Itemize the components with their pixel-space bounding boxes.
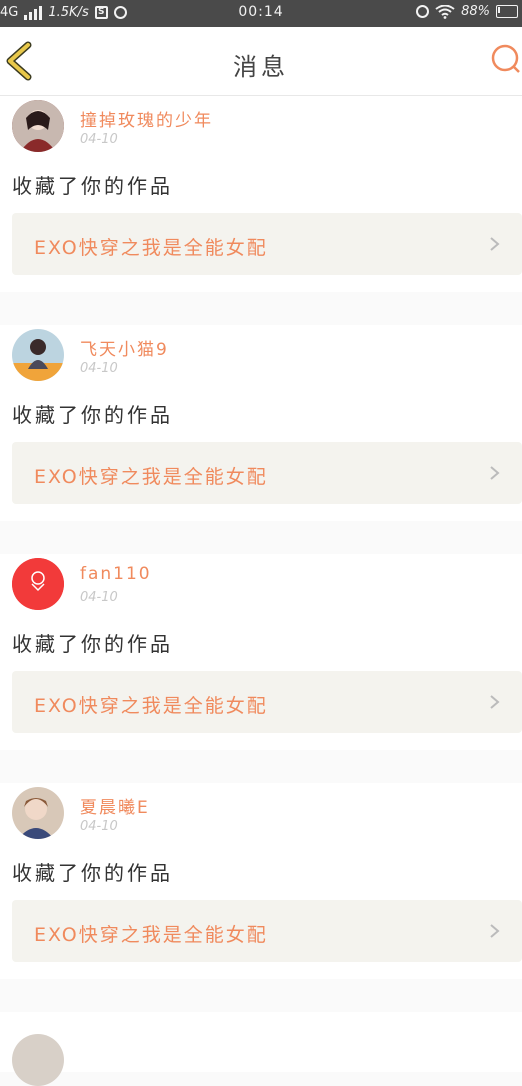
battery-percent: 88%: [461, 4, 490, 19]
status-right: 88%: [416, 4, 518, 19]
message-card: 飞天小猫9 04-10 收藏了你的作品 EXO快穿之我是全能女配: [0, 325, 522, 521]
user-avatar[interactable]: [12, 329, 64, 381]
user-avatar[interactable]: [12, 558, 64, 610]
action-text: 收藏了你的作品: [12, 632, 173, 656]
work-link[interactable]: EXO快穿之我是全能女配: [12, 213, 522, 275]
chevron-right-icon: [490, 924, 500, 938]
app-header: 消息: [0, 27, 522, 96]
chevron-right-icon: [490, 695, 500, 709]
chevron-right-icon: [490, 237, 500, 251]
work-title: EXO快穿之我是全能女配: [34, 466, 268, 488]
message-date: 04-10: [80, 132, 118, 147]
work-link[interactable]: EXO快穿之我是全能女配: [12, 671, 522, 733]
username[interactable]: fan110: [80, 564, 152, 584]
message-date: 04-10: [80, 361, 118, 376]
action-text: 收藏了你的作品: [12, 174, 173, 198]
user-avatar[interactable]: [12, 1034, 64, 1086]
message-card: 撞掉玫瑰的少年 04-10 收藏了你的作品 EXO快穿之我是全能女配: [0, 96, 522, 292]
work-link[interactable]: EXO快穿之我是全能女配: [12, 442, 522, 504]
page-title: 消息: [233, 53, 289, 81]
message-date: 04-10: [80, 590, 118, 605]
battery-icon: [496, 5, 518, 18]
status-bar: 4G 1.5K/s S 00:14 88%: [0, 0, 522, 27]
message-card: 夏晨曦E 04-10 收藏了你的作品 EXO快穿之我是全能女配: [0, 783, 522, 979]
work-title: EXO快穿之我是全能女配: [34, 237, 268, 259]
chevron-right-icon: [490, 466, 500, 480]
user-avatar[interactable]: [12, 100, 64, 152]
avatar-image: [12, 329, 64, 381]
message-list: 撞掉玫瑰的少年 04-10 收藏了你的作品 EXO快穿之我是全能女配 飞天小猫9…: [0, 96, 522, 1086]
avatar-image: [12, 558, 64, 610]
work-title: EXO快穿之我是全能女配: [34, 695, 268, 717]
user-avatar[interactable]: [12, 787, 64, 839]
username[interactable]: 撞掉玫瑰的少年: [80, 106, 213, 131]
action-text: 收藏了你的作品: [12, 861, 173, 885]
alarm-icon: [416, 5, 430, 18]
message-card: [0, 1012, 522, 1086]
search-icon[interactable]: [488, 43, 520, 75]
wifi-icon: [435, 4, 455, 19]
avatar-image: [12, 100, 64, 152]
work-title: EXO快穿之我是全能女配: [34, 924, 268, 946]
username[interactable]: 飞天小猫9: [80, 335, 169, 360]
avatar-image: [12, 787, 64, 839]
message-card: fan110 04-10 收藏了你的作品 EXO快穿之我是全能女配: [0, 554, 522, 750]
message-date: 04-10: [80, 819, 118, 834]
username[interactable]: 夏晨曦E: [80, 793, 150, 818]
work-link[interactable]: EXO快穿之我是全能女配: [12, 900, 522, 962]
action-text: 收藏了你的作品: [12, 403, 173, 427]
